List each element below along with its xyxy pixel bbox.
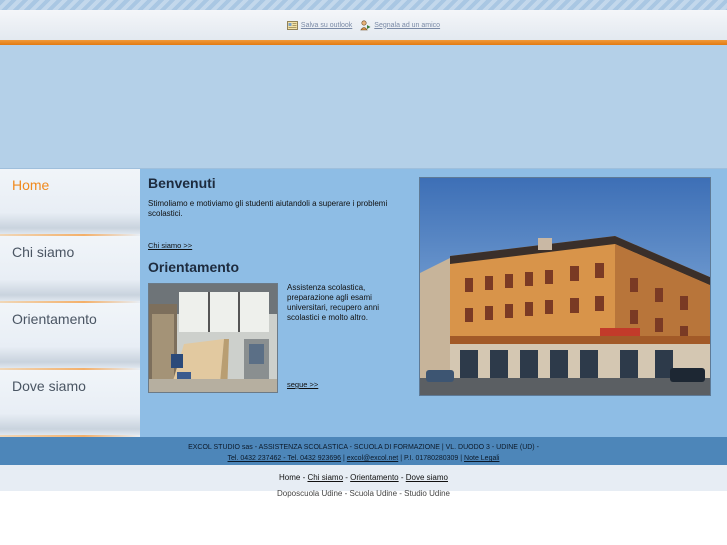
nav-item-home[interactable]: Home (0, 169, 140, 236)
office-photo (148, 283, 278, 393)
footer-nav-orientamento[interactable]: Orientamento (350, 473, 398, 482)
nav-item-chi-siamo[interactable]: Chi siamo (0, 236, 140, 303)
footer-keywords: Doposcuola Udine - Scuola Udine - Studio… (0, 488, 727, 498)
main-content: Benvenuti Stimoliamo e motiviamo gli stu… (140, 169, 727, 437)
save-outlook-link[interactable]: Salva su outlook (301, 22, 352, 29)
footer-company-line: EXCOL STUDIO sas - ASSISTENZA SCOLASTICA… (188, 444, 539, 451)
building-photo-art (420, 178, 710, 395)
segue-link[interactable]: segue >> (287, 380, 318, 389)
footer-legal-link[interactable]: Note Legali (464, 455, 499, 462)
top-toolbar: Salva su outlook Segnala ad un amico (0, 10, 727, 40)
orientamento-text: Assistenza scolastica, preparazione agli… (287, 283, 380, 322)
nav-item-orientamento[interactable]: Orientamento (0, 303, 140, 370)
footer-keywords-text: Doposcuola Udine - Scuola Udine - Studio… (277, 489, 450, 498)
header-banner (0, 45, 727, 169)
outlook-card-icon (287, 20, 298, 30)
welcome-text: Stimoliamo e motiviamo gli studenti aiut… (148, 199, 388, 218)
footer-contact-line: Tel. 0432 237462 - Tel. 0432 923696 | ex… (0, 453, 727, 464)
share-friend-link[interactable]: Segnala ad un amico (374, 22, 440, 29)
office-photo-art (149, 284, 277, 392)
decorative-stripe (0, 0, 727, 10)
footer-nav-chi-siamo[interactable]: Chi siamo (307, 473, 343, 482)
share-friend-item[interactable]: Segnala ad un amico (360, 19, 440, 31)
nav-item-dove-siamo[interactable]: Dove siamo (0, 370, 140, 437)
chi-siamo-link[interactable]: Chi siamo >> (148, 241, 192, 250)
footer-info: EXCOL STUDIO sas - ASSISTENZA SCOLASTICA… (0, 437, 727, 465)
welcome-title: Benvenuti (148, 175, 216, 191)
sidebar-nav: Home Chi siamo Orientamento Dove siamo (0, 169, 140, 437)
footer-nav-sep: - (398, 473, 406, 482)
footer-phone-link[interactable]: Tel. 0432 237462 - Tel. 0432 923696 (228, 455, 342, 462)
orientamento-title: Orientamento (148, 259, 240, 275)
save-outlook-item[interactable]: Salva su outlook (287, 20, 352, 30)
person-share-icon (360, 19, 371, 30)
footer-nav-dove-siamo[interactable]: Dove siamo (406, 473, 448, 482)
footer-vat: | P.I. 01780280309 | (398, 455, 465, 462)
building-photo (419, 177, 711, 396)
footer-email-link[interactable]: excol@excol.net (347, 455, 398, 462)
footer-nav-home[interactable]: Home (279, 473, 300, 482)
